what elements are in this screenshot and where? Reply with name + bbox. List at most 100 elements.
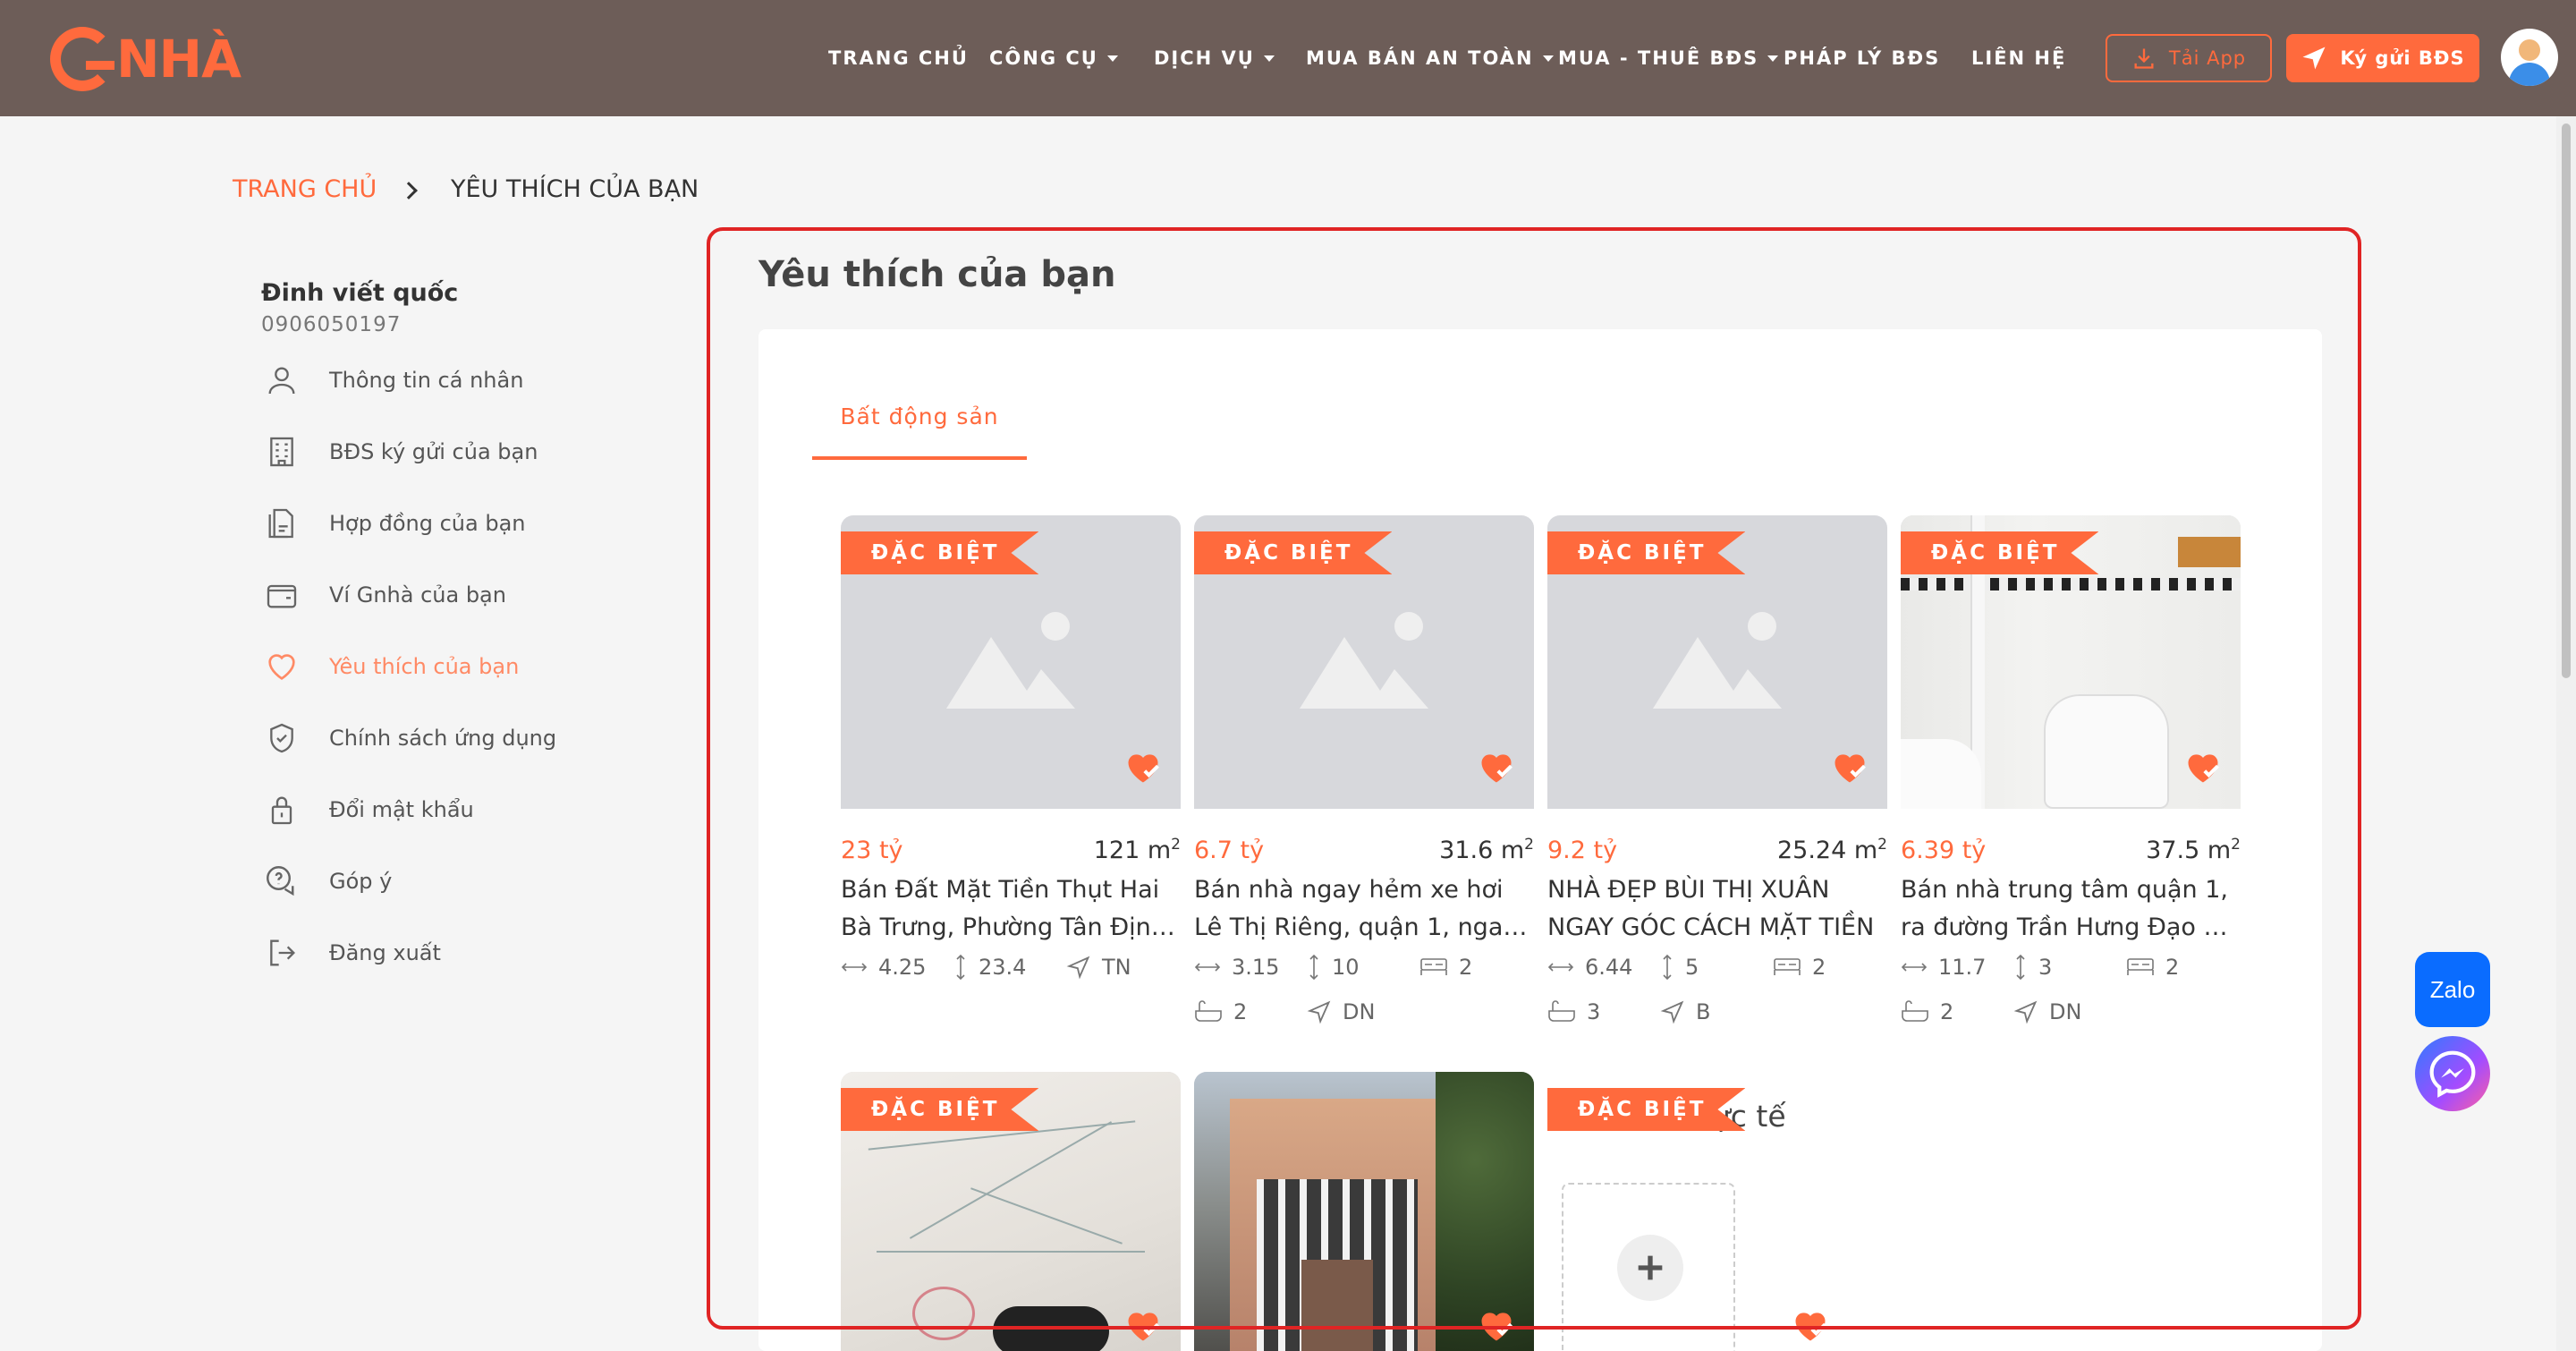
favorite-heart-icon[interactable] [1123, 1306, 1163, 1346]
direction-icon [1660, 1000, 1684, 1024]
user-avatar[interactable] [2501, 29, 2558, 86]
add-photo-button[interactable] [1617, 1235, 1683, 1301]
download-app-button[interactable]: Tải App [2106, 34, 2272, 82]
bed-icon [1420, 958, 1447, 975]
favorite-heart-icon[interactable] [1123, 748, 1163, 787]
property-thumbnail[interactable]: ĐẶC BIỆT [841, 1072, 1181, 1351]
special-badge: ĐẶC BIỆT [1547, 531, 1746, 574]
chevron-down-icon [1767, 55, 1779, 62]
sidebar-item-logout[interactable]: Đăng xuất [261, 930, 441, 975]
scrollbar-thumb[interactable] [2562, 123, 2571, 678]
bathtub-icon [1548, 1000, 1575, 1022]
nav-phap-ly-bds[interactable]: PHÁP LÝ BĐS [1784, 0, 1940, 116]
property-thumbnail[interactable]: ĐẶC BIỆT [1194, 515, 1534, 809]
sidebar-item-change-password[interactable]: Đổi mật khẩu [261, 787, 474, 832]
property-thumbnail[interactable]: ĐẶC BIỆT [841, 515, 1181, 809]
width-arrows-icon [841, 963, 868, 972]
sidebar-item-favorites[interactable]: Yêu thích của bạn [261, 644, 519, 689]
sidebar-item-deposited-properties[interactable]: BĐS ký gửi của bạn [261, 429, 538, 474]
messenger-chat-button[interactable] [2415, 1036, 2490, 1111]
property-area: 37.5 m2 [2146, 836, 2241, 864]
property-card[interactable] [1194, 1072, 1534, 1351]
image-placeholder-icon [1300, 612, 1428, 709]
bed-icon [1774, 958, 1801, 975]
property-thumbnail[interactable]: ĐẶC BIỆT [1547, 515, 1887, 809]
direction-icon [1307, 1000, 1331, 1024]
user-phone: 0906050197 [261, 313, 402, 336]
sidebar-item-app-policy[interactable]: Chính sách ứng dụng [261, 716, 556, 760]
logo-text: NHÀ [116, 29, 242, 89]
chevron-down-icon [1542, 55, 1554, 62]
bathtub-icon [1195, 1000, 1222, 1022]
document-icon [261, 503, 302, 544]
property-title[interactable]: Bán nhà ngay hẻm xe hơi Lê Thị Riêng, qu… [1194, 871, 1534, 947]
nav-lien-he[interactable]: LIÊN HỆ [1971, 0, 2066, 116]
length-arrows-icon [956, 954, 965, 981]
nav-cong-cu[interactable]: CÔNG CỤ [989, 0, 1118, 116]
page-title: Yêu thích của bạn [758, 254, 1116, 295]
property-price: 6.7 tỷ [1194, 837, 1265, 864]
feedback-icon [261, 861, 302, 902]
property-title[interactable]: Bán Đất Mặt Tiền Thụt Hai Bà Trưng, Phườ… [841, 871, 1181, 947]
property-card[interactable]: ĐẶC BIỆT 9.2 tỷ 25.24 m2 NHÀ ĐẸP BÙI THỊ… [1547, 515, 1887, 1027]
sidebar-item-feedback[interactable]: Góp ý [261, 859, 392, 904]
logout-icon [261, 932, 302, 973]
sidebar-item-personal-info[interactable]: Thông tin cá nhân [261, 358, 523, 403]
page-scrollbar[interactable] [2556, 116, 2576, 1351]
property-area: 121 m2 [1093, 836, 1181, 864]
redacted-area [993, 1306, 1109, 1351]
lock-icon [261, 789, 302, 830]
favorite-heart-icon[interactable] [2183, 748, 2223, 787]
property-thumbnail[interactable] [1194, 1072, 1534, 1351]
spec-direction: TN [1066, 952, 1179, 982]
logo-g-mark [50, 27, 114, 91]
length-arrows-icon [1663, 954, 1672, 981]
breadcrumb-home[interactable]: TRANG CHỦ [233, 175, 377, 203]
sidebar-item-wallet[interactable]: Ví Gnhà của bạn [261, 573, 506, 617]
zalo-chat-button[interactable]: Zalo [2415, 952, 2490, 1027]
property-thumbnail[interactable]: ĐẶC BIỆT [1901, 515, 2241, 809]
chevron-down-icon [1106, 55, 1118, 62]
spec-direction: DN [1307, 997, 1419, 1027]
favorite-heart-icon[interactable] [1791, 1306, 1830, 1346]
nav-mua-thue-bds[interactable]: MUA - THUÊ BĐS [1558, 0, 1779, 116]
gnha-logo[interactable]: NHÀ [50, 25, 242, 93]
user-name: Đinh viết quốc [261, 279, 459, 307]
bed-icon [2127, 958, 2154, 975]
nav-dich-vu[interactable]: DỊCH VỤ [1154, 0, 1275, 116]
special-badge: ĐẶC BIỆT [1547, 1088, 1746, 1131]
spec-bathrooms: 2 [1901, 997, 2013, 1027]
property-card[interactable]: ĐẶC BIỆT 23 tỷ 121 m2 Bán Đất Mặt Tiền T… [841, 515, 1181, 982]
messenger-icon [2429, 1050, 2476, 1098]
spec-length: 3 [2013, 952, 2126, 982]
favorite-heart-icon[interactable] [1477, 748, 1516, 787]
direction-icon [2013, 1000, 2038, 1024]
favorite-heart-icon[interactable] [1477, 1306, 1516, 1346]
top-header: NHÀ TRANG CHỦ CÔNG CỤ DỊCH VỤ MUA BÁN AN… [0, 0, 2576, 116]
bathtub-icon [1902, 1000, 1928, 1022]
property-card[interactable]: ĐẶC BIỆT 6.39 tỷ 37.5 m2 Bán nhà trung t… [1901, 515, 2241, 1027]
direction-icon [1066, 956, 1090, 980]
sidebar-item-contracts[interactable]: Hợp đồng của bạn [261, 501, 525, 546]
property-card[interactable]: ĐẶC BIỆT [841, 1072, 1181, 1351]
nav-mua-ban-an-toan[interactable]: MUA BÁN AN TOÀN [1306, 0, 1554, 116]
deposit-property-button[interactable]: Ký gửi BĐS [2286, 34, 2479, 82]
property-card[interactable]: ĐẶC BIỆT 6.7 tỷ 31.6 m2 Bán nhà ngay hẻm… [1194, 515, 1534, 1027]
special-badge: ĐẶC BIỆT [1901, 531, 2099, 574]
special-badge: ĐẶC BIỆT [841, 531, 1039, 574]
plus-icon [1638, 1255, 1663, 1280]
spec-bedrooms: 2 [1419, 952, 1532, 982]
building-icon [261, 431, 302, 472]
chevron-down-icon [1263, 55, 1275, 62]
heart-icon [261, 646, 302, 687]
spec-direction: DN [2013, 997, 2126, 1027]
property-title[interactable]: NHÀ ĐẸP BÙI THỊ XUÂN NGAY GÓC CÁCH MẶT T… [1547, 871, 1887, 947]
favorite-heart-icon[interactable] [1830, 748, 1869, 787]
property-title[interactable]: Bán nhà trung tâm quận 1, ra đường Trần … [1901, 871, 2241, 947]
property-area: 31.6 m2 [1439, 836, 1534, 864]
user-icon [261, 360, 302, 401]
tab-real-estate[interactable]: Bất động sản [812, 397, 1027, 460]
width-arrows-icon [1547, 963, 1574, 972]
nav-trang-chu[interactable]: TRANG CHỦ [828, 0, 969, 116]
property-price: 23 tỷ [841, 837, 903, 864]
